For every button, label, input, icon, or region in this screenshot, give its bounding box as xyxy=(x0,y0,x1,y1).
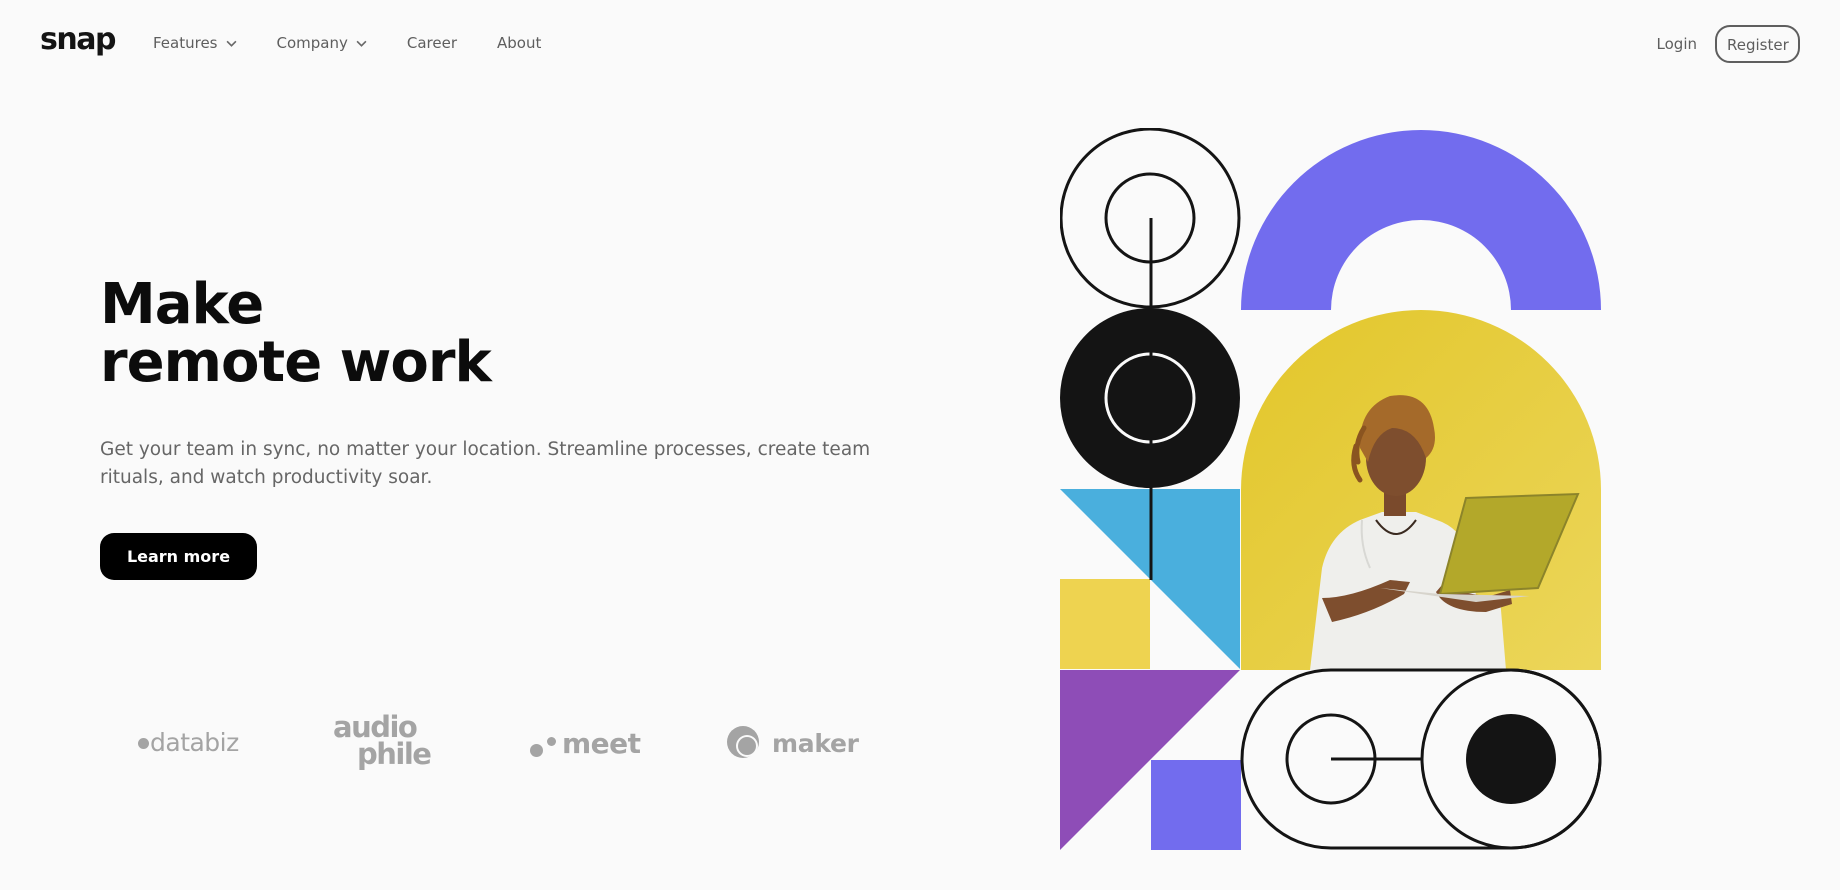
meet-text: meet xyxy=(562,727,641,760)
purple-square xyxy=(1151,760,1241,850)
brand-logo[interactable]: snap xyxy=(40,22,116,57)
meet-dot-large xyxy=(530,744,543,757)
hero-title-line-2: remote work xyxy=(100,330,492,395)
meet-logo: meet xyxy=(530,727,641,760)
purple-arch xyxy=(1241,130,1601,310)
hero-illustration xyxy=(1060,128,1602,850)
yellow-square xyxy=(1060,579,1150,669)
learn-more-button[interactable]: Learn more xyxy=(100,533,257,580)
landing-page: snap Features Company Career About Login… xyxy=(0,0,1840,890)
hero-description: Get your team in sync, no matter your lo… xyxy=(100,439,871,488)
nav-item-label: Features xyxy=(153,34,218,52)
chevron-down-icon xyxy=(356,40,367,47)
meet-dot-small xyxy=(547,737,556,746)
maker-logo: maker xyxy=(726,725,859,761)
databiz-dot xyxy=(138,738,149,749)
nav-item-label: About xyxy=(497,34,542,52)
top-nav: snap Features Company Career About Login… xyxy=(0,0,1840,88)
nav-item-career[interactable]: Career xyxy=(407,34,457,52)
nav-item-label: Career xyxy=(406,34,458,52)
auth-actions: Login Register xyxy=(1657,25,1800,63)
nav-item-about[interactable]: About xyxy=(497,34,541,52)
hero-title: Make remote work xyxy=(100,272,492,395)
maker-text: maker xyxy=(772,728,859,758)
audiophile-line-2: phile xyxy=(357,737,432,771)
client-logos: databiz audio phile meet maker xyxy=(100,710,860,780)
hero-title-line-1: Make xyxy=(100,272,264,337)
primary-nav: Features Company Career About xyxy=(153,34,581,52)
hero-photo xyxy=(1241,310,1601,670)
chevron-down-icon xyxy=(226,40,236,47)
maker-mark-icon xyxy=(727,726,759,758)
databiz-text: databiz xyxy=(150,728,239,757)
nav-item-features[interactable]: Features xyxy=(153,34,237,52)
nav-item-company[interactable]: Company xyxy=(277,34,367,52)
databiz-logo: databiz xyxy=(138,728,239,757)
audiophile-logo: audio phile xyxy=(333,713,432,771)
register-button[interactable]: Register xyxy=(1715,25,1800,63)
nav-item-label: Company xyxy=(276,34,348,52)
pill-shape xyxy=(1240,668,1602,850)
login-link[interactable]: Login xyxy=(1657,35,1697,53)
